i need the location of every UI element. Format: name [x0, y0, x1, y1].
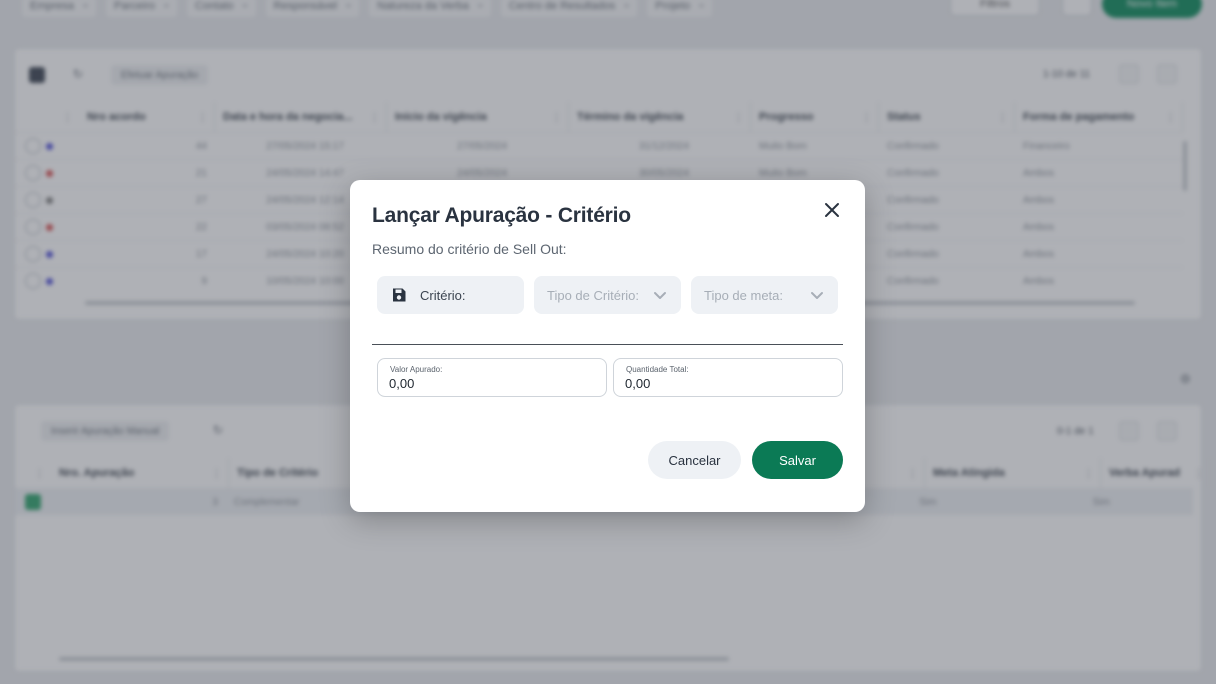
valor-apurado-label: Valor Apurado:	[390, 365, 443, 374]
criterio-label: Critério:	[420, 287, 466, 303]
section-divider	[372, 344, 843, 345]
valor-apurado-input[interactable]	[389, 376, 589, 391]
dialog-title: Lançar Apuração - Critério	[372, 204, 631, 227]
quantidade-total-input[interactable]	[625, 376, 825, 391]
close-icon[interactable]	[820, 198, 844, 222]
lancar-apuracao-dialog: Lançar Apuração - Critério Resumo do cri…	[350, 180, 865, 512]
quantidade-total-label: Quantidade Total:	[626, 365, 689, 374]
save-button[interactable]: Salvar	[752, 441, 843, 479]
save-icon	[393, 288, 406, 302]
criterio-field[interactable]: Critério:	[377, 276, 524, 314]
chevron-down-icon	[654, 292, 666, 299]
cancel-button[interactable]: Cancelar	[648, 441, 741, 479]
quantidade-total-field[interactable]: Quantidade Total:	[613, 358, 843, 397]
dialog-subtitle: Resumo do critério de Sell Out:	[372, 241, 567, 257]
valor-apurado-field[interactable]: Valor Apurado:	[377, 358, 607, 397]
tipo-criterio-placeholder: Tipo de Critério:	[547, 287, 639, 303]
tipo-meta-placeholder: Tipo de meta:	[704, 287, 784, 303]
tipo-criterio-select[interactable]: Tipo de Critério:	[534, 276, 681, 314]
tipo-meta-select[interactable]: Tipo de meta:	[691, 276, 838, 314]
chevron-down-icon	[811, 292, 823, 299]
